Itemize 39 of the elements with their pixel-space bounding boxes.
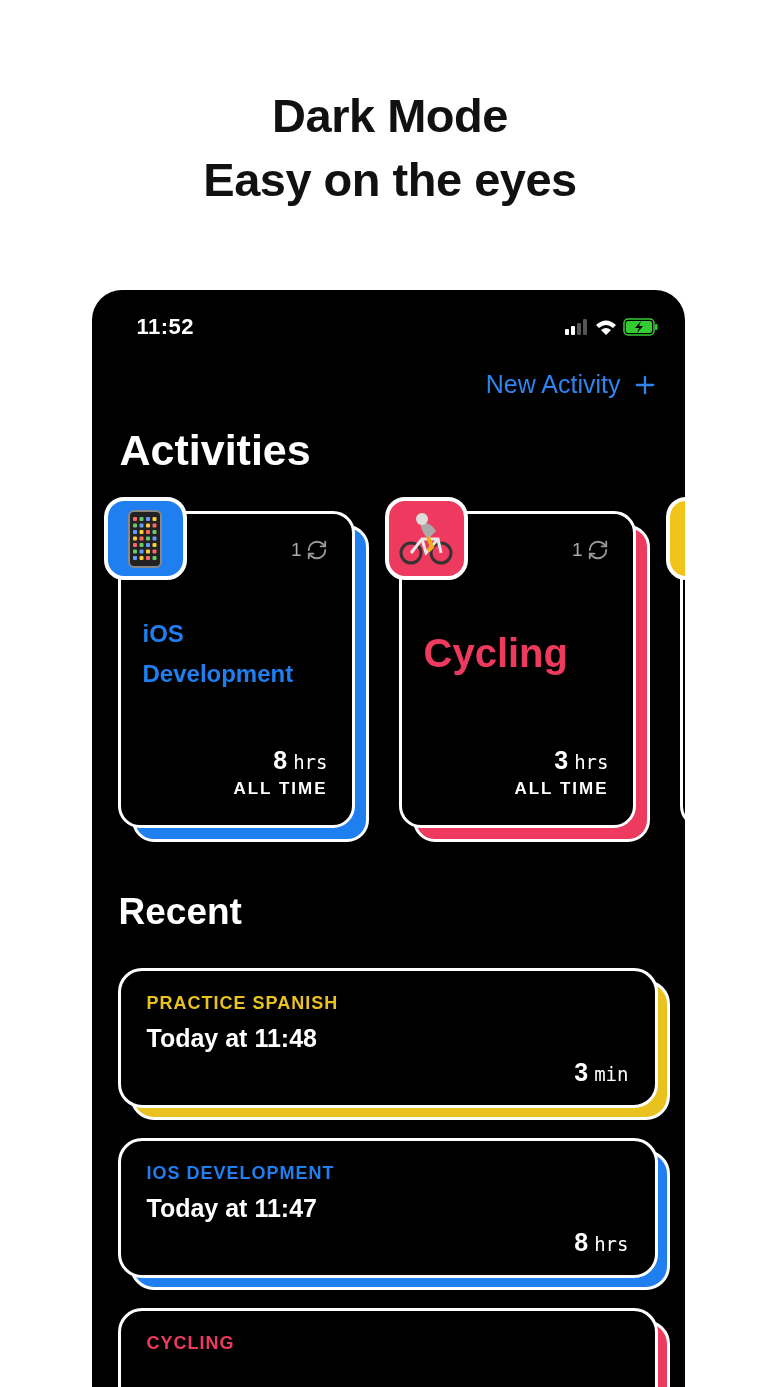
duration-unit: min xyxy=(594,1063,629,1085)
recent-card[interactable]: CYCLING xyxy=(117,1308,658,1387)
section-title: Activities xyxy=(118,425,312,476)
new-activity-button[interactable]: New Activity xyxy=(485,370,659,399)
recent-card[interactable]: PRACTICE SPANISH Today at 11:48 3 min xyxy=(117,968,658,1108)
total-unit: hrs xyxy=(293,751,328,773)
entry-time: Today at 11:47 xyxy=(146,1194,318,1223)
entry-time: Today at 11:48 xyxy=(146,1024,318,1053)
wifi-icon xyxy=(594,319,617,335)
activity-name: IOS DEVELOPMENT xyxy=(146,1163,336,1184)
activity-title: Cycling xyxy=(423,630,569,677)
total-value: 3 xyxy=(554,746,569,775)
headline: Easy on the eyes xyxy=(203,152,577,208)
session-count: 1 xyxy=(571,539,583,561)
total-unit: hrs xyxy=(574,751,609,773)
recent-card[interactable]: IOS DEVELOPMENT Today at 11:47 8 hrs xyxy=(117,1138,658,1278)
activity-name: PRACTICE SPANISH xyxy=(146,993,340,1014)
total-label: ALL TIME xyxy=(232,779,328,799)
duration-value: 8 xyxy=(574,1228,589,1257)
activity-badge[interactable] xyxy=(384,497,468,580)
activity-card[interactable]: 1 Cycling 3 hrs ALL TIME xyxy=(398,511,636,828)
session-count: 1 xyxy=(290,539,302,561)
status-time: 11:52 xyxy=(136,314,195,340)
duration-unit: hrs xyxy=(594,1233,629,1255)
activity-badge[interactable] xyxy=(103,497,187,580)
smartphone-icon xyxy=(128,509,162,568)
battery-icon xyxy=(622,318,659,336)
repeat-icon xyxy=(586,539,609,561)
total-label: ALL TIME xyxy=(513,779,609,799)
headline: Dark Mode xyxy=(272,88,508,144)
total-value: 8 xyxy=(273,746,288,775)
activity-name: CYCLING xyxy=(146,1333,236,1354)
section-title: Recent xyxy=(117,890,243,934)
activity-card[interactable]: 1 iOS Development 8 hrs ALL TIME xyxy=(117,511,355,828)
duration-value: 3 xyxy=(574,1058,589,1087)
repeat-icon xyxy=(305,539,328,561)
signal-icon xyxy=(564,319,589,335)
activity-title: iOS Development xyxy=(142,619,295,689)
cyclist-icon xyxy=(398,510,454,567)
